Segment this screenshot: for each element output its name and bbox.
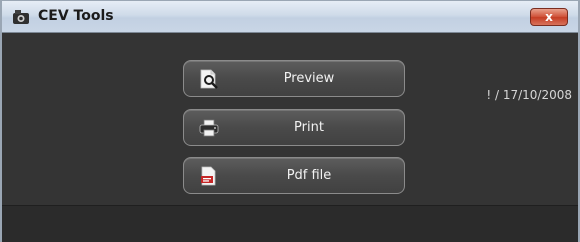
close-button[interactable]: x: [530, 8, 568, 26]
status-bar: [2, 205, 578, 242]
cev-tools-window: CEV Tools x ! / 17/10/2008 Preview Print: [0, 0, 580, 242]
content-area: ! / 17/10/2008 Preview Print Pdf file: [2, 33, 578, 205]
print-label: Print: [294, 120, 324, 135]
pdf-icon: [201, 166, 216, 186]
printer-icon: [199, 119, 219, 137]
preview-label: Preview: [283, 71, 335, 86]
preview-button[interactable]: Preview: [183, 60, 405, 97]
close-icon: x: [545, 10, 553, 24]
date-label: ! / 17/10/2008: [486, 88, 572, 102]
preview-icon: [200, 69, 218, 89]
pdf-file-label: Pdf file: [286, 168, 332, 183]
pdf-file-button[interactable]: Pdf file: [183, 157, 405, 194]
title-bar: CEV Tools x: [2, 1, 578, 33]
app-icon: [13, 10, 29, 24]
window-title: CEV Tools: [38, 8, 114, 24]
print-button[interactable]: Print: [183, 109, 405, 146]
